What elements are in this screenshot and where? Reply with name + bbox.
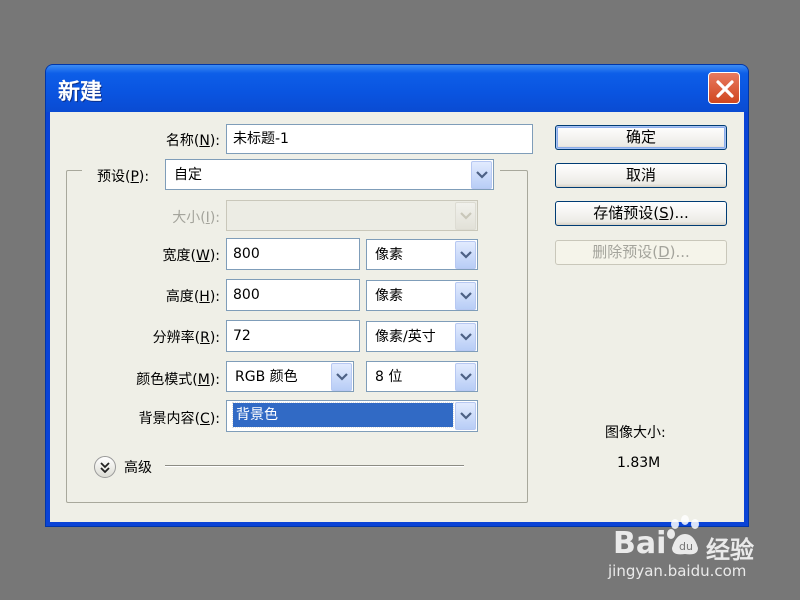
resolution-unit-select[interactable]: 像素/英寸 — [366, 321, 478, 352]
width-unit-select[interactable]: 像素 — [366, 239, 478, 270]
chevron-down-icon — [460, 333, 472, 341]
width-label: 宽度(W): — [162, 248, 221, 264]
width-unit-dropdown-button[interactable] — [455, 241, 476, 269]
delete-preset-button: 删除预设(D)... — [555, 240, 727, 265]
color-mode-label: 颜色模式(M): — [136, 372, 220, 388]
advanced-toggle[interactable] — [94, 456, 116, 478]
background-select[interactable]: 背景色 — [226, 400, 478, 432]
preset-select[interactable]: 自定 — [165, 159, 494, 190]
close-button[interactable] — [708, 72, 740, 104]
bit-depth-dropdown-button[interactable] — [455, 363, 476, 391]
width-input[interactable]: 800 — [226, 238, 360, 270]
resolution-unit-dropdown-button[interactable] — [455, 323, 476, 351]
cancel-button[interactable]: 取消 — [555, 163, 727, 188]
color-mode-dropdown-button[interactable] — [331, 363, 352, 391]
title-bar[interactable]: 新建 — [46, 65, 748, 112]
image-size-value: 1.83M — [617, 455, 661, 471]
height-label: 高度(H): — [165, 289, 220, 305]
background-label: 背景内容(C): — [138, 411, 220, 427]
background-dropdown-button[interactable] — [455, 402, 476, 430]
double-chevron-down-icon — [100, 462, 110, 473]
svg-text:du: du — [679, 540, 693, 553]
image-size-label: 图像大小: — [605, 425, 666, 441]
chevron-down-icon — [460, 412, 472, 420]
size-select — [226, 200, 478, 231]
watermark-brand: Bai — [613, 526, 667, 561]
chevron-down-icon — [460, 212, 472, 220]
bit-depth-select[interactable]: 8 位 — [366, 361, 478, 392]
close-icon — [716, 80, 734, 98]
size-label: 大小(I): — [172, 210, 220, 226]
color-mode-select[interactable]: RGB 颜色 — [226, 361, 354, 392]
dialog-title: 新建 — [58, 80, 103, 105]
advanced-label: 高级 — [124, 460, 152, 476]
save-preset-button[interactable]: 存储预设(S)... — [555, 201, 727, 226]
watermark-url: jingyan.baidu.com — [608, 562, 747, 580]
ok-button[interactable]: 确定 — [555, 125, 727, 150]
height-unit-select[interactable]: 像素 — [366, 280, 478, 311]
size-dropdown-button — [455, 202, 476, 230]
name-label: 名称(N): — [165, 133, 220, 149]
chevron-down-icon — [460, 292, 472, 300]
height-unit-dropdown-button[interactable] — [455, 282, 476, 310]
resolution-input[interactable]: 72 — [226, 320, 360, 352]
advanced-divider — [165, 465, 464, 467]
chevron-down-icon — [460, 373, 472, 381]
watermark-jingyan: 经验 — [706, 536, 754, 564]
chevron-down-icon — [476, 171, 488, 179]
resolution-label: 分辨率(R): — [152, 330, 220, 346]
preset-label: 预设(P): — [97, 169, 150, 185]
chevron-down-icon — [460, 251, 472, 259]
height-input[interactable]: 800 — [226, 279, 360, 311]
chevron-down-icon — [336, 373, 348, 381]
paw-icon: du — [667, 515, 699, 555]
preset-dropdown-button[interactable] — [471, 161, 492, 189]
name-input[interactable]: 未标题-1 — [226, 124, 533, 154]
